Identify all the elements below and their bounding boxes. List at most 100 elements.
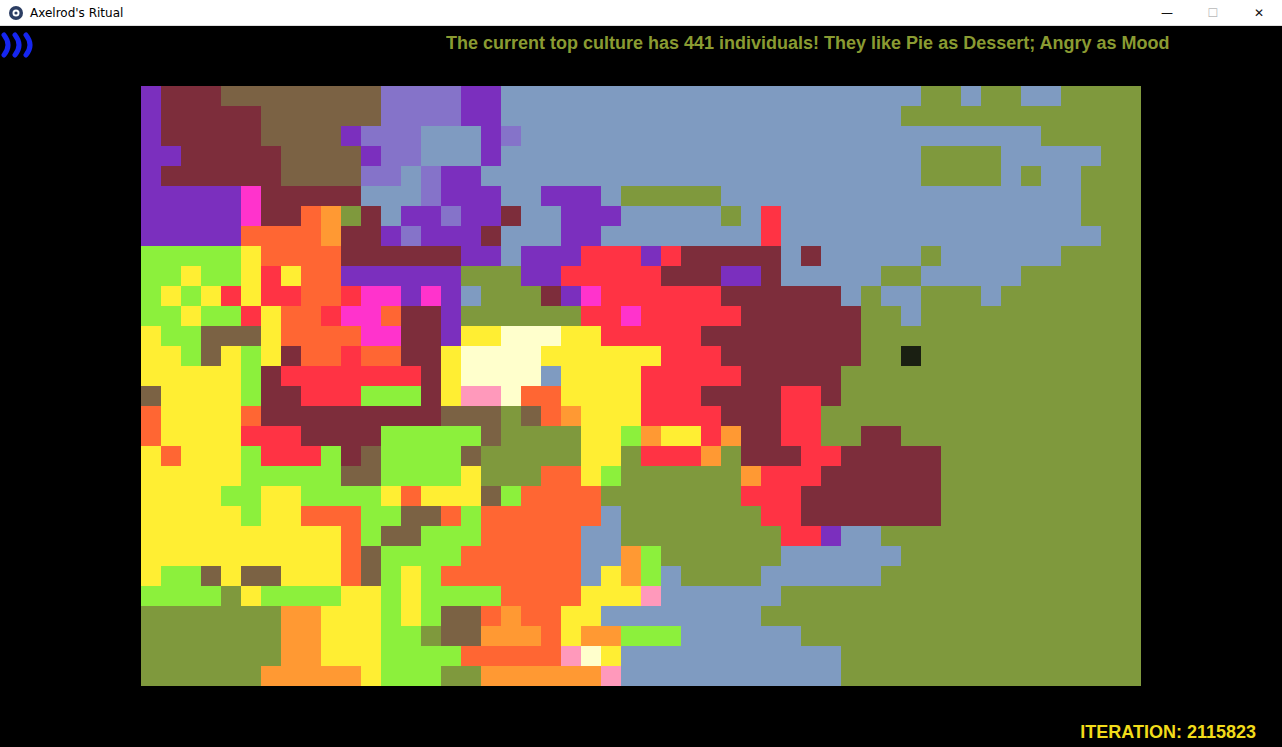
window-control-button[interactable]: ✕ <box>1236 0 1282 25</box>
culture-cell <box>681 206 701 226</box>
culture-cell <box>601 246 621 266</box>
culture-cell <box>741 446 761 466</box>
fast-forward-icon[interactable] <box>0 32 38 58</box>
culture-cell <box>621 506 641 526</box>
culture-cell <box>941 546 961 566</box>
culture-cell <box>181 386 201 406</box>
culture-cell <box>601 666 621 686</box>
culture-cell <box>541 386 561 406</box>
culture-cell <box>421 326 441 346</box>
culture-cell <box>1021 366 1041 386</box>
culture-cell <box>941 226 961 246</box>
culture-cell <box>741 666 761 686</box>
culture-cell <box>141 466 161 486</box>
culture-cell <box>421 646 441 666</box>
culture-cell <box>361 526 381 546</box>
culture-cell <box>761 506 781 526</box>
culture-cell <box>841 406 861 426</box>
culture-cell <box>181 666 201 686</box>
culture-cell <box>141 666 161 686</box>
culture-cell <box>741 506 761 526</box>
culture-cell <box>321 126 341 146</box>
culture-cell <box>601 406 621 426</box>
culture-cell <box>301 626 321 646</box>
culture-cell <box>281 266 301 286</box>
culture-cell <box>541 246 561 266</box>
culture-cell <box>801 466 821 486</box>
culture-cell <box>1061 566 1081 586</box>
culture-cell <box>1121 506 1141 526</box>
culture-cell <box>441 666 461 686</box>
culture-cell <box>1101 606 1121 626</box>
culture-cell <box>561 406 581 426</box>
culture-cell <box>201 546 221 566</box>
culture-cell <box>1041 106 1061 126</box>
culture-cell <box>401 626 421 646</box>
culture-cell <box>401 366 421 386</box>
culture-cell <box>581 586 601 606</box>
culture-cell <box>581 226 601 246</box>
culture-cell <box>201 466 221 486</box>
window-control-button[interactable]: — <box>1144 0 1190 25</box>
culture-cell <box>701 466 721 486</box>
culture-cell <box>361 106 381 126</box>
culture-cell <box>541 206 561 226</box>
culture-cell <box>681 586 701 606</box>
culture-cell <box>261 646 281 666</box>
culture-cell <box>181 326 201 346</box>
culture-cell <box>301 226 321 246</box>
culture-cell <box>821 206 841 226</box>
culture-cell <box>161 506 181 526</box>
window-control-button[interactable]: ☐ <box>1190 0 1236 25</box>
culture-cell <box>841 126 861 146</box>
culture-cell <box>1121 386 1141 406</box>
culture-cell <box>981 466 1001 486</box>
culture-cell <box>781 226 801 246</box>
culture-cell <box>921 226 941 246</box>
culture-cell <box>381 246 401 266</box>
culture-cell <box>1121 626 1141 646</box>
culture-cell <box>201 486 221 506</box>
culture-cell <box>321 146 341 166</box>
culture-cell <box>861 466 881 486</box>
culture-cell <box>501 106 521 126</box>
culture-cell <box>1061 106 1081 126</box>
culture-cell <box>801 86 821 106</box>
culture-cell <box>181 146 201 166</box>
culture-cell <box>1041 606 1061 626</box>
culture-cell <box>1081 586 1101 606</box>
culture-cell <box>541 486 561 506</box>
culture-cell <box>681 346 701 366</box>
culture-cell <box>661 446 681 466</box>
culture-cell <box>781 126 801 146</box>
culture-cell <box>621 406 641 426</box>
culture-cell <box>421 186 441 206</box>
culture-cell <box>921 166 941 186</box>
culture-cell <box>561 326 581 346</box>
culture-cell <box>1021 266 1041 286</box>
culture-cell <box>721 586 741 606</box>
culture-cell <box>1081 126 1101 146</box>
culture-cell <box>421 666 441 686</box>
culture-cell <box>441 466 461 486</box>
culture-cell <box>481 646 501 666</box>
culture-cell <box>221 226 241 246</box>
culture-cell <box>541 346 561 366</box>
culture-cell <box>881 166 901 186</box>
culture-cell <box>1001 126 1021 146</box>
culture-cell <box>261 586 281 606</box>
culture-cell <box>301 446 321 466</box>
culture-cell <box>261 166 281 186</box>
culture-cell <box>901 446 921 466</box>
culture-cell <box>501 486 521 506</box>
culture-cell <box>341 526 361 546</box>
culture-cell <box>901 546 921 566</box>
culture-cell <box>1001 226 1021 246</box>
culture-cell <box>701 666 721 686</box>
culture-cell <box>1081 426 1101 446</box>
culture-cell <box>521 546 541 566</box>
culture-cell <box>661 606 681 626</box>
culture-cell <box>741 186 761 206</box>
culture-cell <box>261 246 281 266</box>
culture-cell <box>1081 526 1101 546</box>
